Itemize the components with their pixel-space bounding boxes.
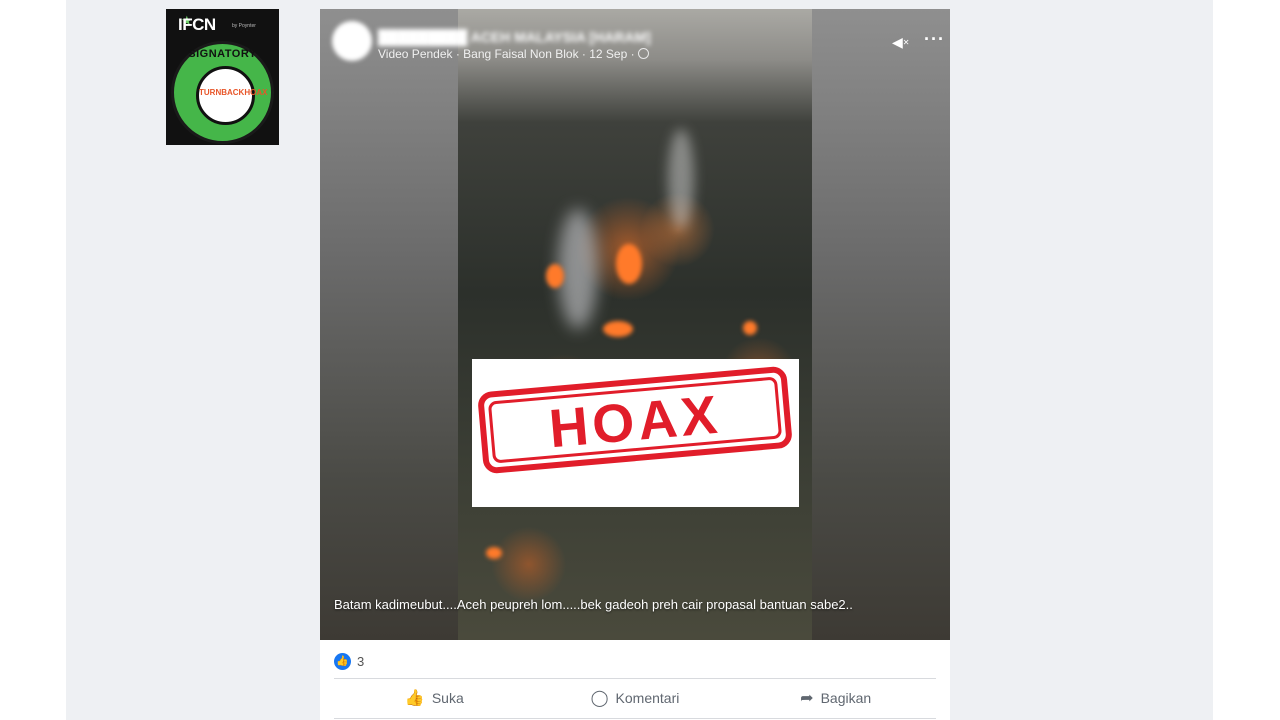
hoax-overlay: HOAX [472, 359, 799, 507]
ifcn-signatory-badge: ★ IFCN by Poynter SIGNATORY TURNBACKHOAX [166, 9, 279, 145]
page-name-redacted[interactable]: █████████ ACEH MALAYSIA [HARAM] [378, 29, 708, 47]
ifcn-sub: by Poynter [232, 23, 256, 29]
video-player[interactable]: HOAX █████████ ACEH MALAYSIA [HARAM] Vid… [320, 9, 950, 640]
hoax-stamp-text: HOAX [546, 384, 724, 460]
turnbackhoax-logo: TURNBACKHOAX [196, 66, 268, 125]
like-button[interactable]: 👍 Suka [334, 680, 535, 716]
signatory-ring: SIGNATORY TURNBACKHOAX [171, 41, 274, 144]
post-card: HOAX █████████ ACEH MALAYSIA [HARAM] Vid… [320, 9, 950, 720]
comment-icon: ◯ [590, 690, 609, 707]
post-header: █████████ ACEH MALAYSIA [HARAM] Video Pe… [332, 17, 944, 61]
post-meta-text[interactable]: Video Pendek · Bang Faisal Non Blok · 12… [378, 47, 635, 61]
mute-icon[interactable]: ◀✕ [892, 34, 909, 51]
divider [334, 678, 936, 679]
fire-spot [616, 244, 642, 284]
post-meta: Video Pendek · Bang Faisal Non Blok · 12… [378, 47, 649, 61]
post-actions: 👍 Suka ◯ Komentari ➦ Bagikan [334, 680, 936, 716]
fire-spot [743, 321, 757, 335]
video-frame [458, 9, 812, 640]
reaction-summary[interactable]: 👍 3 [334, 652, 364, 670]
signatory-text: SIGNATORY [188, 48, 257, 60]
avatar[interactable] [332, 21, 372, 61]
like-reaction-icon: 👍 [334, 652, 351, 670]
reaction-count: 3 [357, 653, 365, 669]
logo-text: TURNBACKHOAX [199, 88, 268, 97]
fire-spot [603, 321, 633, 337]
fire-spot [486, 547, 502, 559]
share-button[interactable]: ➦ Bagikan [735, 680, 936, 716]
share-icon: ➦ [800, 690, 814, 707]
divider [334, 718, 936, 719]
smoke-plume [668, 129, 694, 229]
comment-button[interactable]: ◯ Komentari [535, 680, 736, 716]
like-label: Suka [431, 690, 464, 706]
share-label: Bagikan [820, 690, 872, 706]
like-icon: 👍 [404, 690, 425, 707]
hoax-stamp: HOAX [477, 365, 793, 475]
globe-icon [637, 48, 649, 59]
smoke-plume [558, 209, 598, 329]
ifcn-brand: IFCN [178, 15, 216, 34]
video-caption: Batam kadimeubut....Aceh peupreh lom....… [334, 597, 853, 612]
comment-label: Komentari [615, 690, 680, 706]
more-icon[interactable]: ··· [924, 29, 945, 50]
fire-spot [546, 264, 564, 288]
